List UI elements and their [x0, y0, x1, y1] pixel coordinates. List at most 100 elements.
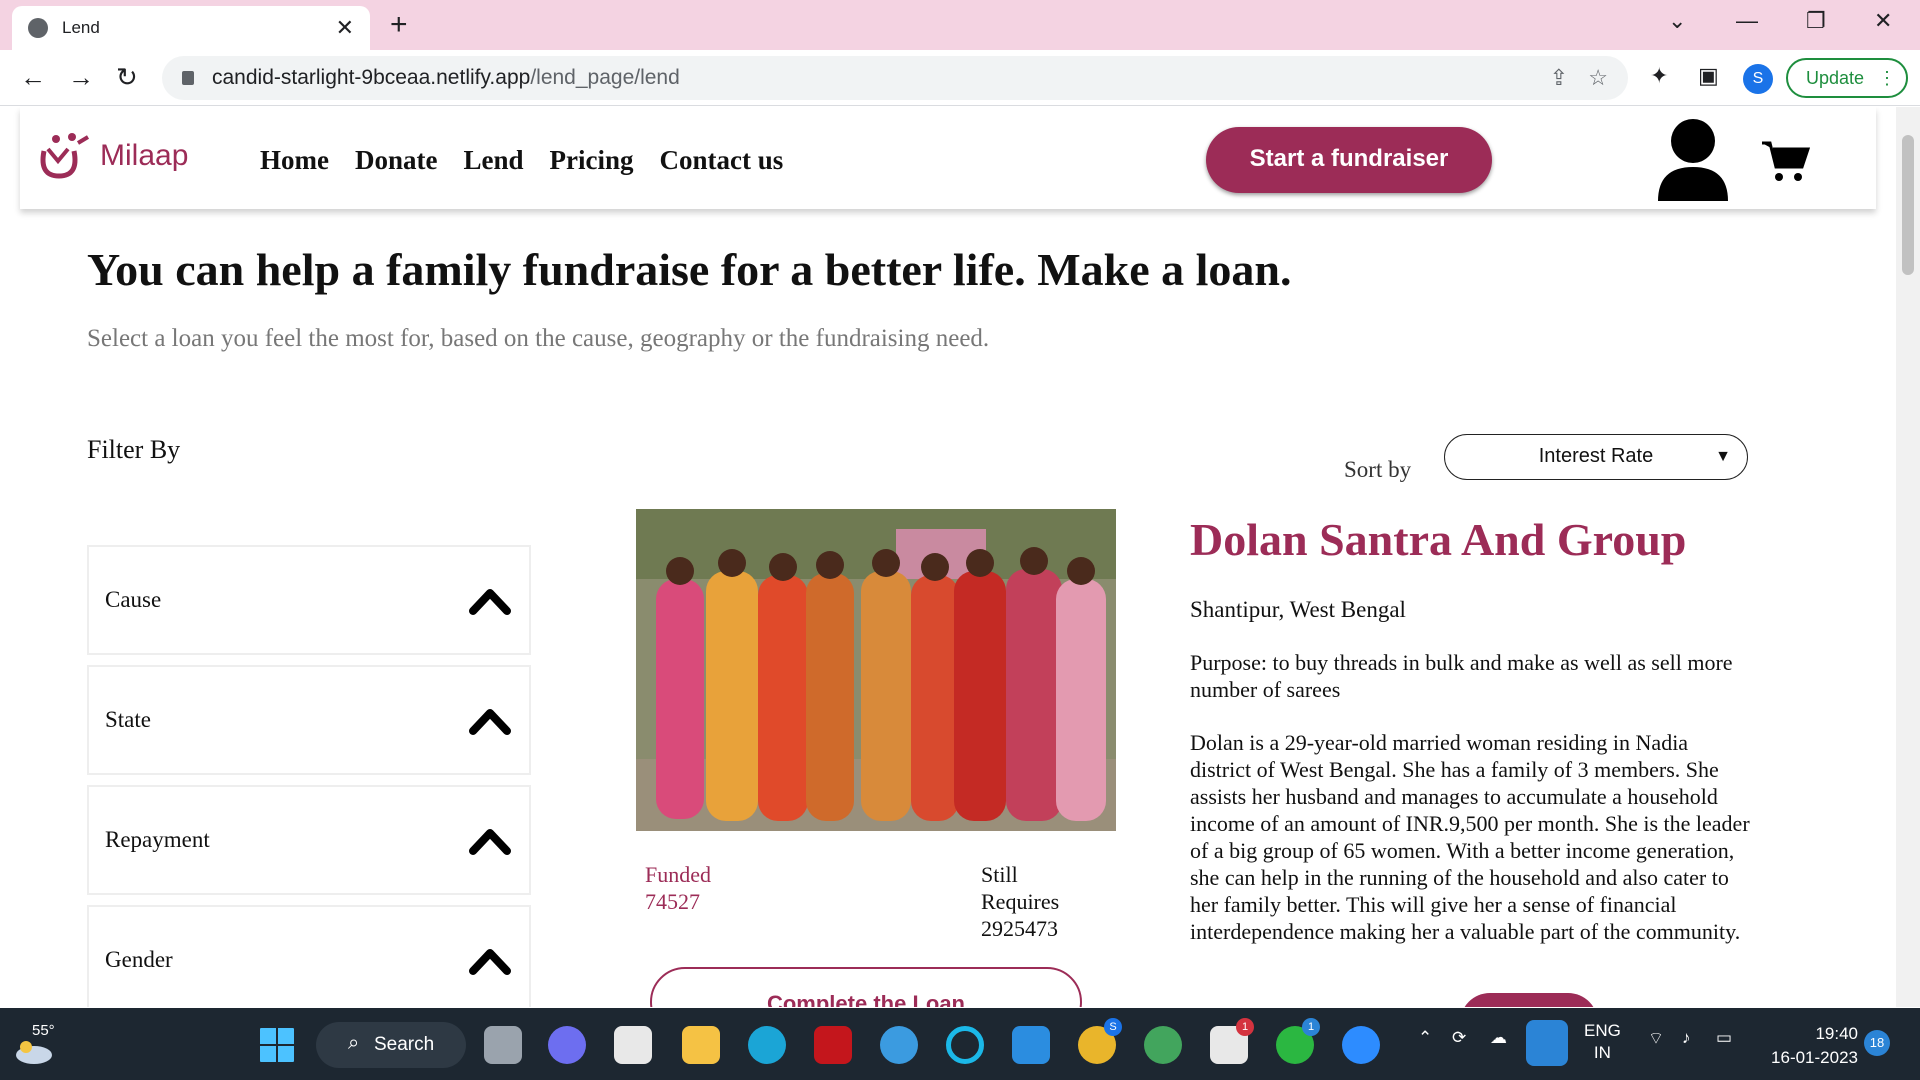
filter-label: State — [105, 707, 151, 732]
reload-icon[interactable]: ↻ — [116, 62, 138, 93]
chrome-profile-badge: S — [1104, 1018, 1122, 1036]
language-code: ENG — [1584, 1021, 1621, 1040]
scrollbar-thumb[interactable] — [1902, 135, 1914, 275]
close-tab-icon[interactable]: ✕ — [336, 15, 354, 41]
chevron-up-icon[interactable] — [469, 705, 511, 735]
chrome-icon[interactable]: S — [1078, 1018, 1122, 1064]
filter-state[interactable]: State — [87, 665, 531, 775]
chevron-up-icon[interactable] — [469, 945, 511, 975]
sync-icon[interactable]: ⟳ — [1452, 1028, 1466, 1048]
filter-repayment[interactable]: Repayment — [87, 785, 531, 895]
windows-start-icon[interactable] — [258, 1026, 296, 1064]
forward-icon[interactable]: → — [68, 62, 94, 93]
cloud-icon — [16, 1041, 52, 1064]
chevron-up-tray-icon[interactable]: ⌃ — [1418, 1028, 1432, 1048]
page-heading: You can help a family fundraise for a be… — [87, 244, 1292, 295]
taskbar-search[interactable]: ⌕ Search — [316, 1022, 466, 1068]
loan-purpose: Purpose: to buy threads in bulk and make… — [1190, 650, 1733, 702]
clock-time: 19:40 — [1815, 1024, 1858, 1043]
browser-tab-bar: Lend ✕ + ⌄ — ❐ ✕ — [0, 0, 1920, 50]
notification-badge[interactable]: 18 — [1864, 1030, 1890, 1056]
restore-icon[interactable]: ❐ — [1806, 8, 1826, 34]
taskbar: 55° ⌕ Search S 1 1 ⌃ ⟳ ☁ ENG IN ⌔ ♪ ▭ 19… — [0, 1008, 1920, 1080]
battery-icon[interactable]: ▭ — [1716, 1028, 1732, 1048]
funded-stat: Funded 74527 — [645, 861, 711, 915]
bookmark-star-icon[interactable]: ☆ — [1588, 65, 1608, 91]
funded-value: 74527 — [645, 889, 700, 914]
main-nav: Home Donate Lend Pricing Contact us — [260, 145, 783, 176]
milaap-logo-icon — [40, 133, 90, 179]
nav-donate[interactable]: Donate — [355, 145, 438, 176]
file-explorer-icon[interactable] — [682, 1026, 720, 1064]
wifi-icon[interactable]: ⌔ — [1648, 1028, 1664, 1049]
globe-icon — [28, 18, 48, 38]
extensions-icon[interactable]: ✦ — [1650, 63, 1668, 89]
zoom-icon[interactable] — [1342, 1026, 1380, 1064]
store-icon[interactable] — [614, 1026, 652, 1064]
share-icon[interactable]: ⇪ — [1550, 65, 1568, 91]
milaap-logo[interactable]: Milaap — [34, 131, 188, 181]
borrower-name: Dolan Santra And Group — [1190, 514, 1687, 565]
sort-select-value: Interest Rate — [1538, 445, 1654, 467]
address-bar[interactable]: candid-starlight-9bceaa.netlify.app/lend… — [162, 56, 1628, 100]
weather-widget[interactable]: 55° — [14, 1022, 55, 1069]
clock[interactable]: 19:40 16-01-2023 — [1764, 1022, 1858, 1070]
still-requires-label: Still Requires — [981, 862, 1060, 914]
volume-icon[interactable]: ♪ — [1682, 1028, 1691, 1048]
nav-contact[interactable]: Contact us — [660, 145, 784, 176]
nav-pricing[interactable]: Pricing — [550, 145, 634, 176]
borrower-location: Shantipur, West Bengal — [1190, 597, 1406, 622]
microphone-icon[interactable] — [1526, 1020, 1568, 1066]
nav-home[interactable]: Home — [260, 145, 329, 176]
mcafee-icon[interactable] — [814, 1026, 852, 1064]
back-icon[interactable]: ← — [20, 62, 46, 93]
chat-icon[interactable] — [548, 1026, 586, 1064]
tab-title: Lend — [62, 18, 100, 37]
cart-icon[interactable] — [1760, 135, 1810, 185]
still-requires-value: 2925473 — [981, 916, 1058, 941]
minimize-icon[interactable]: — — [1736, 8, 1758, 34]
filter-label: Repayment — [105, 827, 210, 852]
chevron-up-icon[interactable] — [469, 825, 511, 855]
page-subheading: Select a loan you feel the most for, bas… — [87, 325, 990, 352]
lend-button[interactable] — [1460, 993, 1598, 1007]
search-icon: ⌕ — [348, 1032, 360, 1054]
onedrive-icon[interactable]: ☁ — [1490, 1028, 1507, 1048]
profile-avatar[interactable]: S — [1743, 64, 1773, 94]
language-indicator[interactable]: ENG IN — [1584, 1020, 1621, 1064]
tab-search-icon[interactable]: ⌄ — [1668, 8, 1686, 34]
complete-loan-button[interactable]: Complete the Loan — [650, 967, 1082, 1007]
vscode-icon[interactable] — [1012, 1026, 1050, 1064]
help-icon[interactable] — [880, 1026, 918, 1064]
url-text: candid-starlight-9bceaa.netlify.app/lend… — [212, 66, 680, 89]
whatsapp-icon[interactable]: 1 — [1276, 1018, 1320, 1064]
funded-label: Funded — [645, 862, 711, 887]
lock-icon — [182, 71, 194, 85]
cortana-icon[interactable] — [946, 1026, 984, 1064]
filter-cause[interactable]: Cause — [87, 545, 531, 655]
still-requires-stat: Still Requires 2925473 — [981, 861, 1101, 942]
edge-icon[interactable] — [748, 1026, 786, 1064]
task-view-icon[interactable] — [484, 1026, 522, 1064]
new-tab-icon[interactable]: + — [390, 8, 408, 42]
nav-lend[interactable]: Lend — [463, 145, 523, 176]
update-button[interactable]: Update ⋮ — [1786, 58, 1908, 98]
sort-select[interactable]: Interest Rate ▼ — [1444, 434, 1748, 480]
weather-temperature: 55° — [32, 1022, 55, 1039]
tab-lend[interactable]: Lend ✕ — [12, 6, 370, 50]
filter-label: Cause — [105, 587, 162, 612]
chevron-up-icon[interactable] — [469, 585, 511, 615]
start-fundraiser-button[interactable]: Start a fundraiser — [1206, 127, 1492, 193]
filter-gender[interactable]: Gender — [87, 905, 531, 1007]
close-window-icon[interactable]: ✕ — [1874, 8, 1892, 34]
chrome-alt-icon[interactable] — [1144, 1026, 1182, 1064]
menu-dots-icon: ⋮ — [1878, 68, 1896, 88]
side-panel-icon[interactable]: ▣ — [1698, 63, 1719, 89]
loan-description: Dolan is a 29-year-old married woman res… — [1190, 730, 1750, 944]
user-icon[interactable] — [1654, 117, 1732, 201]
page-scrollbar[interactable] — [1896, 107, 1920, 1007]
site-header: Milaap Home Donate Lend Pricing Contact … — [20, 107, 1876, 209]
filter-label: Gender — [105, 947, 173, 972]
slack-icon[interactable]: 1 — [1210, 1018, 1254, 1064]
chevron-down-icon: ▼ — [1715, 448, 1731, 465]
